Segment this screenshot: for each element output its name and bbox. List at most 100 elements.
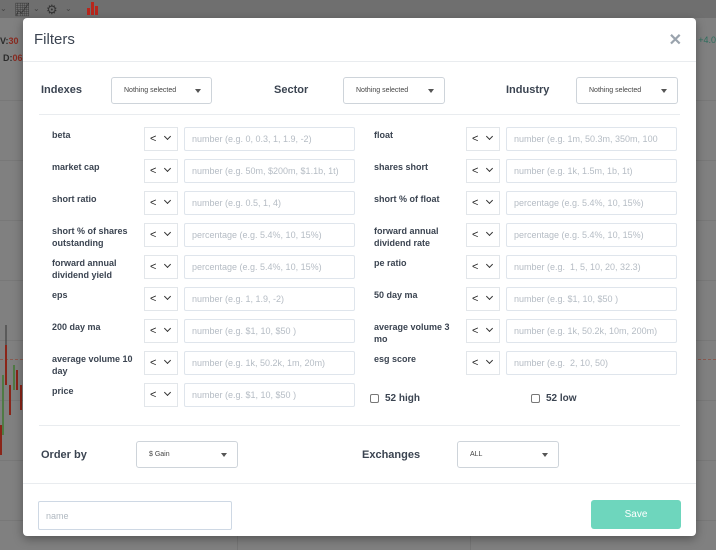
filter-value-input[interactable]	[506, 159, 677, 183]
52-low-checkbox[interactable]: 52 low	[531, 393, 577, 404]
filter-label: average volume 10 day	[52, 354, 133, 376]
caret-down-icon	[542, 453, 548, 457]
filter-label: short ratio	[52, 194, 97, 204]
filter-label: average volume 3 mo	[374, 322, 450, 344]
modal-footer: Save	[23, 483, 696, 536]
52-low-label: 52 low	[546, 393, 577, 404]
indexes-select[interactable]: Nothing selected	[111, 77, 212, 104]
operator-select[interactable]: <	[144, 351, 178, 375]
filter-value-input[interactable]	[506, 351, 677, 375]
divider	[39, 114, 680, 115]
filter-value-input[interactable]	[184, 127, 355, 151]
operator-value: <	[150, 261, 157, 273]
checkbox-icon[interactable]	[531, 394, 540, 403]
industry-label: Industry	[506, 84, 550, 96]
filter-value-input[interactable]	[506, 287, 677, 311]
operator-value: <	[472, 165, 479, 177]
operator-select[interactable]: <	[144, 159, 178, 183]
operator-select[interactable]: <	[144, 191, 178, 215]
sector-select[interactable]: Nothing selected	[343, 77, 445, 104]
operator-value: <	[150, 357, 157, 369]
chevron-down-icon	[163, 164, 172, 173]
operator-select[interactable]: <	[144, 255, 178, 279]
operator-select[interactable]: <	[144, 287, 178, 311]
filter-label: shares short	[374, 162, 429, 172]
industry-select[interactable]: Nothing selected	[576, 77, 678, 104]
caret-down-icon	[661, 89, 667, 93]
filter-value-input[interactable]	[506, 191, 677, 215]
info-label: D:	[3, 53, 13, 63]
operator-select[interactable]: <	[144, 127, 178, 151]
filter-label: 200 day ma	[52, 322, 101, 332]
filter-value-input[interactable]	[506, 223, 677, 247]
industry-value: Nothing selected	[589, 87, 642, 94]
chevron-down-icon	[163, 292, 172, 301]
filter-label: forward annual dividend rate	[374, 226, 439, 248]
line-chart-icon: 📈︎	[14, 2, 31, 17]
filter-label: market cap	[52, 162, 100, 172]
chevron-down-icon	[163, 228, 172, 237]
candlestick-series	[0, 325, 22, 455]
filter-value-input[interactable]	[184, 255, 355, 279]
operator-select[interactable]: <	[466, 223, 500, 247]
modal-header: Filters ✕	[23, 18, 696, 62]
checkbox-icon[interactable]	[370, 394, 379, 403]
filter-value-input[interactable]	[184, 159, 355, 183]
operator-select[interactable]: <	[466, 127, 500, 151]
chevron-down-icon	[485, 292, 494, 301]
sector-value: Nothing selected	[356, 87, 409, 94]
filter-value-input[interactable]	[506, 319, 677, 343]
filter-value-input[interactable]	[506, 255, 677, 279]
52-high-label: 52 high	[385, 393, 421, 404]
filter-label: pe ratio	[374, 258, 407, 268]
save-button[interactable]: Save	[591, 500, 681, 529]
operator-value: <	[472, 133, 479, 145]
filter-value-input[interactable]	[184, 287, 355, 311]
operator-select[interactable]: <	[466, 159, 500, 183]
operator-select[interactable]: <	[466, 351, 500, 375]
chevron-down-icon	[163, 324, 172, 333]
chevron-down-icon	[485, 164, 494, 173]
52-high-checkbox[interactable]: 52 high	[370, 393, 420, 404]
order-by-select[interactable]: $ Gain	[136, 441, 238, 468]
name-input[interactable]	[38, 501, 232, 530]
operator-select[interactable]: <	[144, 223, 178, 247]
chevron-down-icon	[163, 260, 172, 269]
operator-value: <	[150, 293, 157, 305]
chevron-down-icon: ⌄	[65, 4, 72, 13]
caret-down-icon	[428, 89, 434, 93]
operator-select[interactable]: <	[466, 255, 500, 279]
filter-label: esg score	[374, 354, 417, 364]
operator-select[interactable]: <	[144, 383, 178, 407]
order-by-label: Order by	[41, 449, 87, 461]
operator-value: <	[472, 229, 479, 241]
order-by-value: $ Gain	[149, 451, 170, 458]
chevron-down-icon	[485, 356, 494, 365]
filter-value-input[interactable]	[184, 351, 355, 375]
background-info: V:30 D:06	[0, 33, 23, 67]
indexes-label: Indexes	[41, 84, 82, 96]
filter-value-input[interactable]	[184, 223, 355, 247]
operator-select[interactable]: <	[466, 319, 500, 343]
background-toolbar: ⌄ 📈︎ ⌄ ⚙ ⌄	[0, 0, 716, 18]
exchanges-select[interactable]: ALL	[457, 441, 559, 468]
filter-value-input[interactable]	[184, 383, 355, 407]
bar-chart-icon	[86, 2, 100, 18]
info-value: 06	[12, 53, 23, 63]
operator-select[interactable]: <	[466, 287, 500, 311]
operator-select[interactable]: <	[466, 191, 500, 215]
chevron-down-icon: ⌄	[33, 4, 40, 13]
filter-label: eps	[52, 290, 68, 300]
caret-down-icon	[221, 453, 227, 457]
chevron-down-icon	[485, 228, 494, 237]
operator-value: <	[150, 389, 157, 401]
operator-value: <	[472, 357, 479, 369]
filter-value-input[interactable]	[184, 319, 355, 343]
filter-value-input[interactable]	[506, 127, 677, 151]
filter-value-input[interactable]	[184, 191, 355, 215]
caret-down-icon	[195, 89, 201, 93]
operator-select[interactable]: <	[144, 319, 178, 343]
chevron-down-icon	[485, 132, 494, 141]
close-icon[interactable]: ✕	[669, 30, 682, 50]
filter-label: short % of float	[374, 194, 440, 204]
